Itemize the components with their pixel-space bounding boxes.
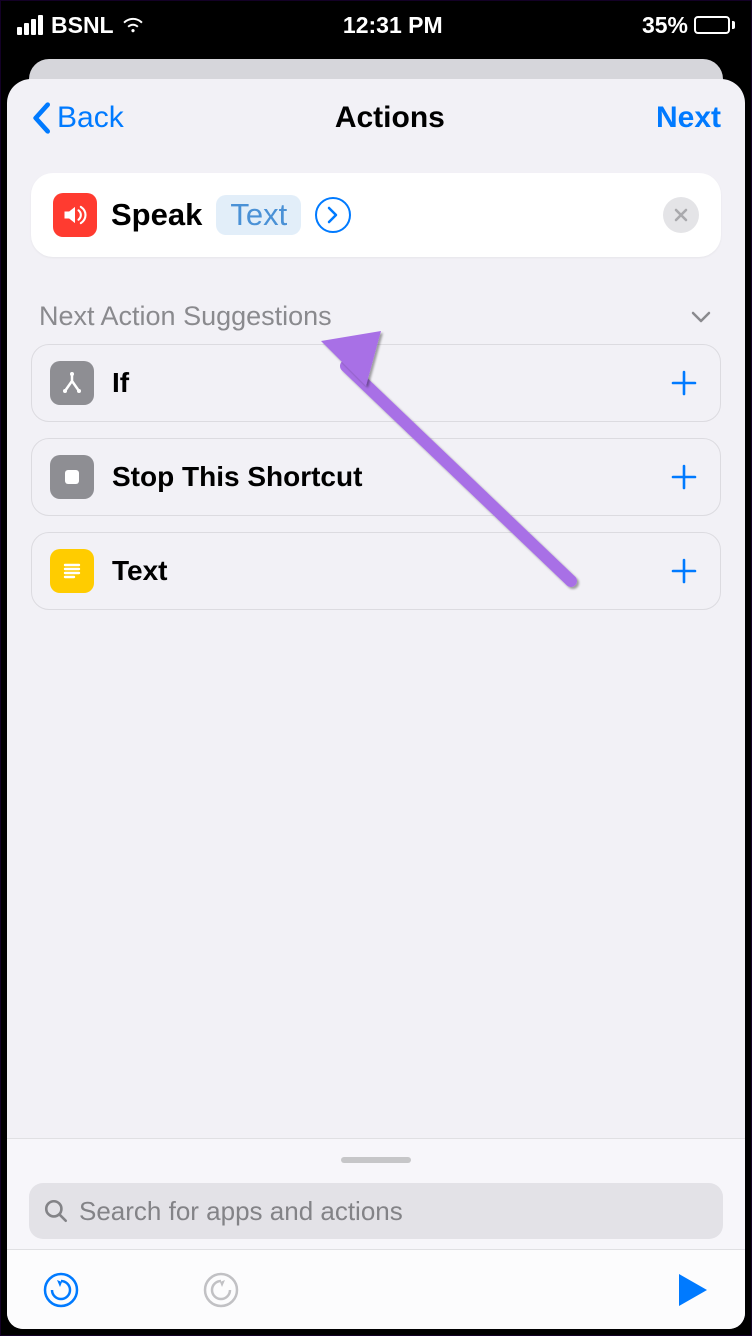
content-area: Speak Text Next Action Suggestions If Sto…	[7, 153, 745, 1138]
plus-icon	[670, 369, 698, 397]
play-icon	[671, 1270, 711, 1310]
device-frame: BSNL 12:31 PM 35% Back Actions Next	[0, 0, 752, 1336]
suggestion-row[interactable]: If	[31, 344, 721, 422]
signal-icon	[17, 15, 43, 35]
disclosure-button[interactable]	[315, 197, 351, 233]
undo-button[interactable]	[41, 1270, 81, 1310]
add-suggestion-button[interactable]	[666, 553, 702, 589]
battery-percent-label: 35%	[642, 12, 688, 39]
search-area: Search for apps and actions	[7, 1138, 745, 1249]
section-header[interactable]: Next Action Suggestions	[39, 301, 713, 332]
status-bar: BSNL 12:31 PM 35%	[1, 1, 751, 49]
add-suggestion-button[interactable]	[666, 365, 702, 401]
plus-icon	[670, 557, 698, 585]
suggestion-label: Text	[112, 555, 648, 587]
clock-label: 12:31 PM	[343, 12, 443, 39]
chevron-down-icon	[689, 305, 713, 329]
param-chip-text[interactable]: Text	[216, 195, 301, 235]
plus-icon	[670, 463, 698, 491]
clear-action-button[interactable]	[663, 197, 699, 233]
search-input[interactable]: Search for apps and actions	[29, 1183, 723, 1239]
nav-bar: Back Actions Next	[7, 79, 745, 153]
chevron-right-icon	[326, 206, 340, 224]
lines-icon	[50, 549, 94, 593]
back-button[interactable]: Back	[31, 101, 124, 135]
back-label: Back	[57, 101, 124, 135]
status-left: BSNL	[17, 12, 144, 39]
wifi-icon	[122, 14, 144, 36]
next-button[interactable]: Next	[656, 101, 721, 135]
grab-handle[interactable]	[341, 1157, 411, 1163]
redo-icon	[201, 1270, 241, 1310]
page-title: Actions	[335, 101, 445, 135]
branch-icon	[50, 361, 94, 405]
section-title-label: Next Action Suggestions	[39, 301, 332, 332]
suggestion-row[interactable]: Text	[31, 532, 721, 610]
bottom-toolbar	[7, 1249, 745, 1329]
add-suggestion-button[interactable]	[666, 459, 702, 495]
search-placeholder: Search for apps and actions	[79, 1196, 403, 1227]
redo-button[interactable]	[201, 1270, 241, 1310]
suggestion-label: If	[112, 367, 648, 399]
search-icon	[43, 1198, 69, 1224]
action-card-speak[interactable]: Speak Text	[31, 173, 721, 257]
suggestions-list: If Stop This Shortcut Text	[31, 344, 721, 610]
stop-icon	[50, 455, 94, 499]
chevron-left-icon	[31, 102, 51, 134]
main-sheet: Back Actions Next Speak Text	[7, 79, 745, 1329]
action-name-label: Speak	[111, 197, 202, 233]
run-button[interactable]	[671, 1270, 711, 1310]
speaker-icon	[53, 193, 97, 237]
undo-icon	[41, 1270, 81, 1310]
suggestion-label: Stop This Shortcut	[112, 461, 648, 493]
close-icon	[673, 207, 689, 223]
carrier-label: BSNL	[51, 12, 114, 39]
suggestion-row[interactable]: Stop This Shortcut	[31, 438, 721, 516]
battery-icon	[694, 16, 735, 34]
status-right: 35%	[642, 12, 735, 39]
